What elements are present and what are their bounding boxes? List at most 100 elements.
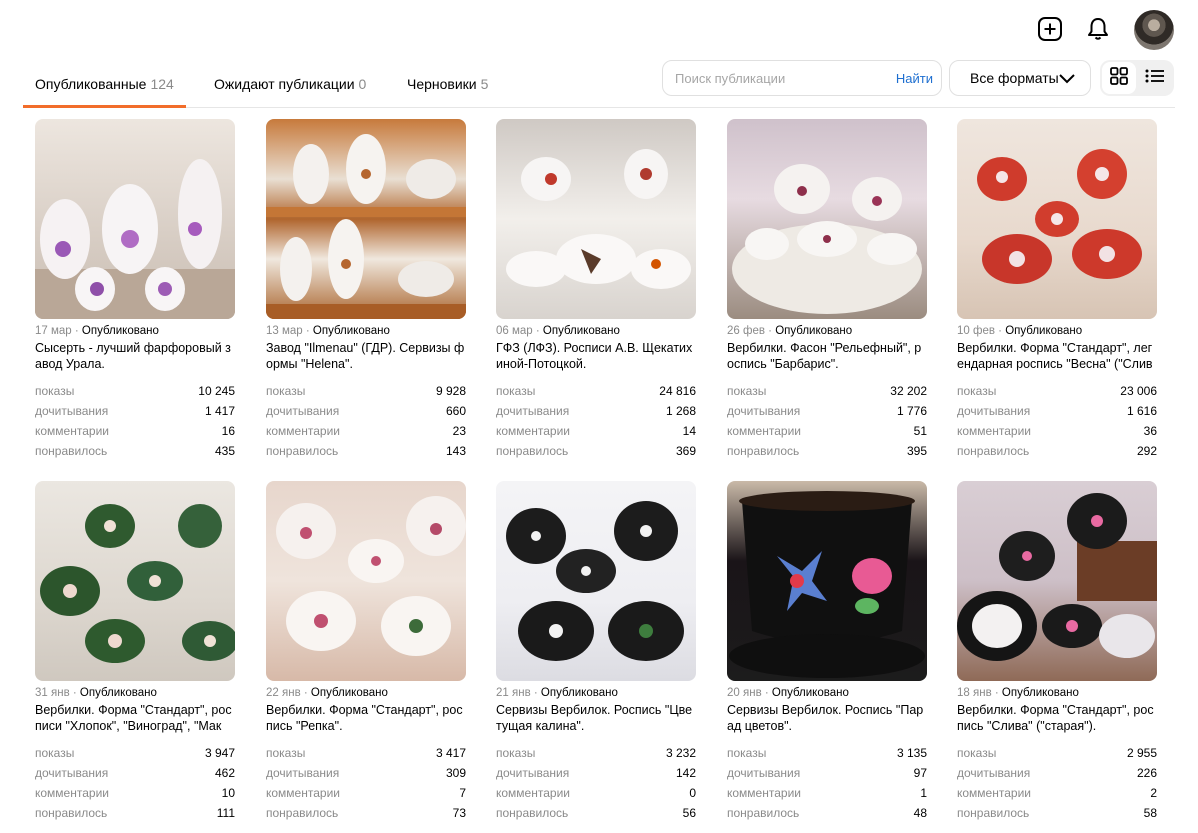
- publication-card[interactable]: 06 мар · Опубликовано ГФЗ (ЛФЗ). Росписи…: [496, 119, 696, 464]
- stat-value-likes: 292: [1136, 444, 1157, 458]
- stat-label-likes: понравилось: [727, 806, 800, 820]
- stat-value-comments: 16: [221, 424, 235, 438]
- stat-label-reads: дочитывания: [727, 404, 801, 418]
- stat-label-views: показы: [35, 384, 75, 398]
- publication-title[interactable]: Вербилки. Форма "Стандарт", росписи "Хло…: [35, 702, 235, 734]
- publication-thumbnail: [266, 481, 466, 681]
- publication-card[interactable]: 17 мар · Опубликовано Сысерть - лучший ф…: [35, 119, 235, 464]
- stat-label-views: показы: [727, 384, 767, 398]
- publication-stats: показы 2 955 дочитывания 226 комментарии 2 …: [957, 746, 1157, 826]
- stat-label-comments: комментарии: [35, 786, 109, 800]
- stat-value-comments: 23: [452, 424, 466, 438]
- stat-value-reads: 142: [675, 766, 696, 780]
- stat-label-views: показы: [266, 746, 306, 760]
- stat-label-comments: комментарии: [266, 424, 340, 438]
- publication-status: Опубликовано: [775, 325, 853, 337]
- stat-value-reads: 1 776: [896, 404, 927, 418]
- publication-title[interactable]: Вербилки. Форма "Стандарт", легендарная …: [957, 340, 1157, 372]
- publication-title[interactable]: Вербилки. Форма "Стандарт", роспись "Сли…: [957, 702, 1157, 734]
- publication-meta: 13 мар · Опубликовано: [266, 325, 390, 337]
- stat-value-reads: 1 268: [665, 404, 696, 418]
- stat-value-views: 3 417: [435, 746, 466, 760]
- publication-card[interactable]: 22 янв · Опубликовано Вербилки. Форма "С…: [266, 481, 466, 826]
- stat-value-comments: 0: [689, 786, 696, 800]
- publication-thumbnail: [35, 481, 235, 681]
- publication-title[interactable]: Вербилки. Форма "Стандарт", роспись "Реп…: [266, 702, 466, 734]
- publication-title[interactable]: Сервизы Вербилок. Роспись "Парад цветов"…: [727, 702, 927, 734]
- stat-value-likes: 73: [452, 806, 466, 820]
- stat-value-reads: 309: [445, 766, 466, 780]
- publication-stats: показы 24 816 дочитывания 1 268 комментари…: [496, 384, 696, 464]
- publication-thumbnail: [266, 119, 466, 319]
- publication-meta: 10 фев · Опубликовано: [957, 325, 1083, 337]
- publication-title[interactable]: Сысерть - лучший фарфоровый завод Урала.: [35, 340, 235, 372]
- stat-value-likes: 435: [214, 444, 235, 458]
- publication-date: 17 мар: [35, 325, 72, 337]
- stat-label-reads: дочитывания: [496, 404, 570, 418]
- publication-stats: показы 3 947 дочитывания 462 комментарии 10…: [35, 746, 235, 826]
- stat-label-likes: понравилось: [35, 444, 108, 458]
- publication-meta: 22 янв · Опубликовано: [266, 687, 388, 699]
- publication-thumbnail: [957, 119, 1157, 319]
- stat-value-reads: 462: [214, 766, 235, 780]
- publication-date: 21 янв: [496, 687, 531, 699]
- publication-status: Опубликовано: [310, 687, 388, 699]
- stat-label-views: показы: [496, 746, 536, 760]
- publication-meta: 06 мар · Опубликовано: [496, 325, 620, 337]
- stat-label-likes: понравилось: [727, 444, 800, 458]
- publication-title[interactable]: Сервизы Вербилок. Роспись "Цветущая кали…: [496, 702, 696, 734]
- stat-label-reads: дочитывания: [957, 404, 1031, 418]
- stat-value-comments: 7: [459, 786, 466, 800]
- publication-date: 31 янв: [35, 687, 70, 699]
- stat-label-likes: понравилось: [496, 444, 569, 458]
- publication-status: Опубликовано: [1005, 325, 1083, 337]
- stat-label-comments: комментарии: [957, 424, 1031, 438]
- publication-stats: показы 23 006 дочитывания 1 616 комментари…: [957, 384, 1157, 464]
- publication-card[interactable]: 20 янв · Опубликовано Сервизы Вербилок. …: [727, 481, 927, 826]
- publication-title[interactable]: ГФЗ (ЛФЗ). Росписи А.В. Щекатихиной-Пото…: [496, 340, 696, 372]
- publication-meta: 17 мар · Опубликовано: [35, 325, 159, 337]
- stat-label-comments: комментарии: [727, 786, 801, 800]
- stat-value-comments: 2: [1150, 786, 1157, 800]
- publication-thumbnail: [496, 119, 696, 319]
- publication-card[interactable]: 21 янв · Опубликовано Сервизы Вербилок. …: [496, 481, 696, 826]
- publication-status: Опубликовано: [542, 325, 620, 337]
- stat-label-views: показы: [727, 746, 767, 760]
- stat-value-likes: 111: [216, 806, 235, 820]
- stat-value-comments: 1: [920, 786, 927, 800]
- stat-label-views: показы: [266, 384, 306, 398]
- stat-value-views: 23 006: [1120, 384, 1157, 398]
- publication-date: 20 янв: [727, 687, 762, 699]
- stat-label-views: показы: [496, 384, 536, 398]
- stat-value-reads: 97: [913, 766, 927, 780]
- publication-thumbnail: [727, 119, 927, 319]
- publication-title[interactable]: Завод "Ilmenau" (ГДР). Сервизы формы "He…: [266, 340, 466, 372]
- publication-meta: 31 янв · Опубликовано: [35, 687, 157, 699]
- stat-label-reads: дочитывания: [496, 766, 570, 780]
- stat-value-likes: 48: [913, 806, 927, 820]
- stat-value-comments: 36: [1143, 424, 1157, 438]
- publication-stats: показы 3 135 дочитывания 97 комментарии 1 п…: [727, 746, 927, 826]
- stat-label-likes: понравилось: [957, 806, 1030, 820]
- stat-label-likes: понравилось: [266, 444, 339, 458]
- publication-title[interactable]: Вербилки. Фасон "Рельефный", роспись "Ба…: [727, 340, 927, 372]
- publication-card[interactable]: 13 мар · Опубликовано Завод "Ilmenau" (Г…: [266, 119, 466, 464]
- publication-meta: 18 янв · Опубликовано: [957, 687, 1079, 699]
- publication-thumbnail: [35, 119, 235, 319]
- publication-date: 13 мар: [266, 325, 303, 337]
- publication-card[interactable]: 26 фев · Опубликовано Вербилки. Фасон "Р…: [727, 119, 927, 464]
- publication-card[interactable]: 31 янв · Опубликовано Вербилки. Форма "С…: [35, 481, 235, 826]
- publication-status: Опубликовано: [540, 687, 618, 699]
- stat-value-likes: 56: [682, 806, 696, 820]
- stat-value-views: 24 816: [659, 384, 696, 398]
- stat-value-likes: 395: [906, 444, 927, 458]
- stat-label-reads: дочитывания: [35, 404, 109, 418]
- stat-value-views: 32 202: [890, 384, 927, 398]
- stat-value-likes: 369: [675, 444, 696, 458]
- stat-value-likes: 143: [445, 444, 466, 458]
- publication-card[interactable]: 10 фев · Опубликовано Вербилки. Форма "С…: [957, 119, 1157, 464]
- stat-label-comments: комментарии: [727, 424, 801, 438]
- publication-card[interactable]: 18 янв · Опубликовано Вербилки. Форма "С…: [957, 481, 1157, 826]
- stat-value-reads: 660: [445, 404, 466, 418]
- publication-date: 06 мар: [496, 325, 533, 337]
